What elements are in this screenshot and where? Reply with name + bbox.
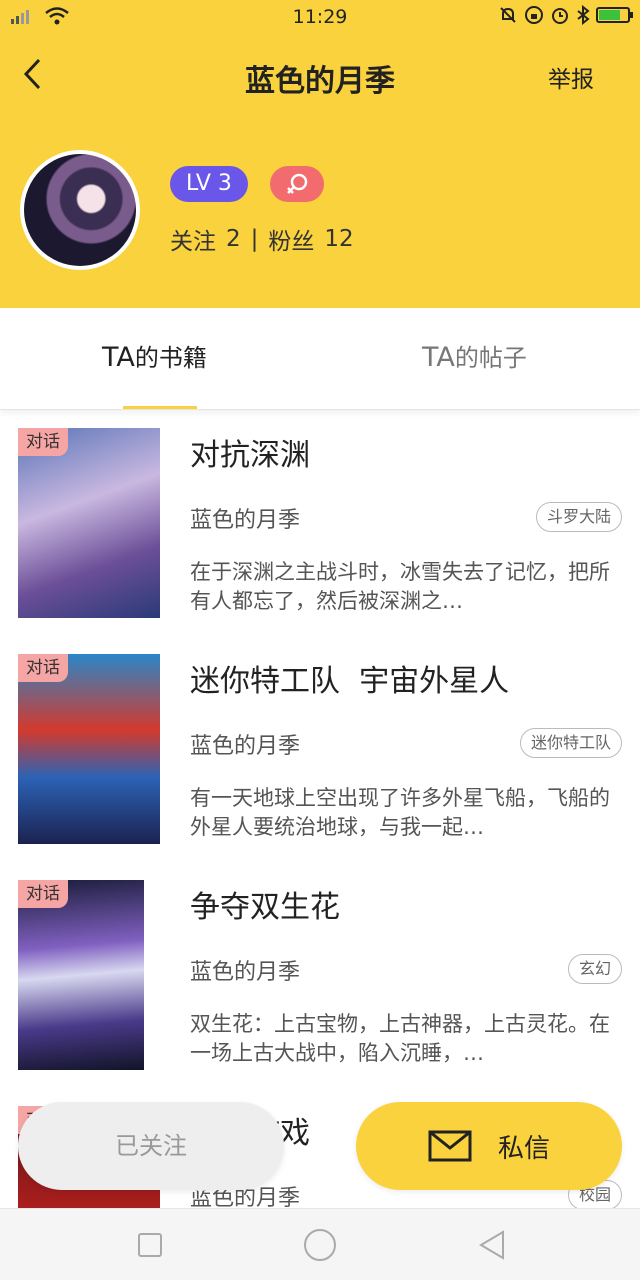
circle-icon — [304, 1229, 336, 1261]
mute-icon — [500, 7, 516, 23]
stats-separator: | — [250, 226, 259, 252]
system-nav-bar — [0, 1208, 640, 1280]
alarm-icon — [552, 8, 568, 24]
book-cover: 对话 — [18, 880, 144, 1070]
book-item[interactable]: 对话 对抗深渊 蓝色的月季 斗罗大陆 在于深渊之主战斗时，冰雪失去了记忆，把所有… — [0, 412, 640, 638]
tab-books[interactable]: TA的书籍 — [102, 338, 207, 373]
book-description: 在于深渊之主战斗时，冰雪失去了记忆，把所有人都忘了，然后被深渊之… — [190, 560, 610, 613]
fans-label: 粉丝 — [268, 229, 315, 255]
tab-books-suffix: 的书籍 — [134, 344, 207, 372]
fans-count: 12 — [324, 226, 354, 252]
book-item[interactable]: 对话 迷你特工队 宇宙外星人 蓝色的月季 迷你特工队 有一天地球上空出现了许多外… — [0, 638, 640, 864]
status-bar: 11:29 — [0, 0, 640, 34]
level-badge: LV 3 — [170, 166, 248, 202]
battery-level — [599, 10, 620, 20]
avatar-image — [24, 154, 136, 266]
tab-posts-suffix: 的帖子 — [454, 344, 527, 372]
mail-icon — [428, 1130, 472, 1162]
book-category: 迷你特工队 — [519, 728, 622, 758]
book-item[interactable]: 对话 争夺双生花 蓝色的月季 玄幻 双生花：上古宝物，上古神器，上古灵花。在一场… — [0, 864, 640, 1090]
gender-badge — [270, 166, 324, 202]
user-profile-page: 11:29 蓝色的月季 举报 LV 3 关注 2 | 粉丝 12 TA的书籍 T… — [0, 0, 640, 1280]
tab-books-prefix: TA — [102, 342, 135, 373]
book-tag: 对话 — [18, 428, 68, 456]
female-icon — [287, 173, 308, 194]
book-cover: 对话 — [18, 654, 160, 844]
book-author: 蓝色的月季 — [190, 734, 301, 759]
report-button[interactable]: 举报 — [548, 60, 594, 94]
book-description: 有一天地球上空出现了许多外星飞船，飞船的外星人要统治地球，与我一起… — [190, 786, 610, 839]
book-tag: 对话 — [18, 654, 68, 682]
book-category: 玄幻 — [567, 954, 622, 984]
home-button[interactable] — [302, 1227, 338, 1263]
following-count: 2 — [226, 226, 241, 252]
triangle-back-icon — [479, 1230, 504, 1260]
following-label: 关注 — [170, 229, 216, 255]
message-button[interactable]: 私信 — [356, 1102, 622, 1190]
followed-button[interactable]: 已关注 — [18, 1102, 284, 1190]
tab-bar: TA的书籍 TA的帖子 — [0, 308, 640, 410]
top-bar: 蓝色的月季 举报 — [0, 44, 640, 104]
book-title: 迷你特工队 宇宙外星人 — [190, 664, 510, 699]
tab-posts-prefix: TA — [422, 342, 455, 373]
book-author: 蓝色的月季 — [190, 508, 301, 533]
book-author: 蓝色的月季 — [190, 960, 301, 985]
tab-indicator — [123, 406, 197, 409]
recents-button[interactable] — [132, 1227, 168, 1263]
follow-stats: 关注 2 | 粉丝 12 — [170, 222, 354, 256]
nav-back-button[interactable] — [474, 1227, 510, 1263]
avatar[interactable] — [20, 150, 140, 270]
message-label: 私信 — [497, 1133, 550, 1164]
profile-header: 11:29 蓝色的月季 举报 LV 3 关注 2 | 粉丝 12 — [0, 0, 640, 308]
bluetooth-icon — [577, 5, 590, 25]
book-tag: 对话 — [18, 880, 68, 908]
page-title: 蓝色的月季 — [245, 64, 395, 99]
square-icon — [138, 1233, 162, 1257]
book-description: 双生花：上古宝物，上古神器，上古灵花。在一场上古大战中，陷入沉睡，… — [190, 1012, 610, 1065]
book-title: 对抗深渊 — [190, 438, 310, 473]
book-title: 争夺双生花 — [190, 890, 340, 925]
status-right — [498, 5, 633, 25]
battery-icon — [596, 7, 633, 23]
book-category: 斗罗大陆 — [535, 502, 622, 532]
tab-posts[interactable]: TA的帖子 — [422, 338, 527, 373]
book-cover: 对话 — [18, 428, 160, 618]
lock-rotation-icon — [525, 6, 543, 24]
